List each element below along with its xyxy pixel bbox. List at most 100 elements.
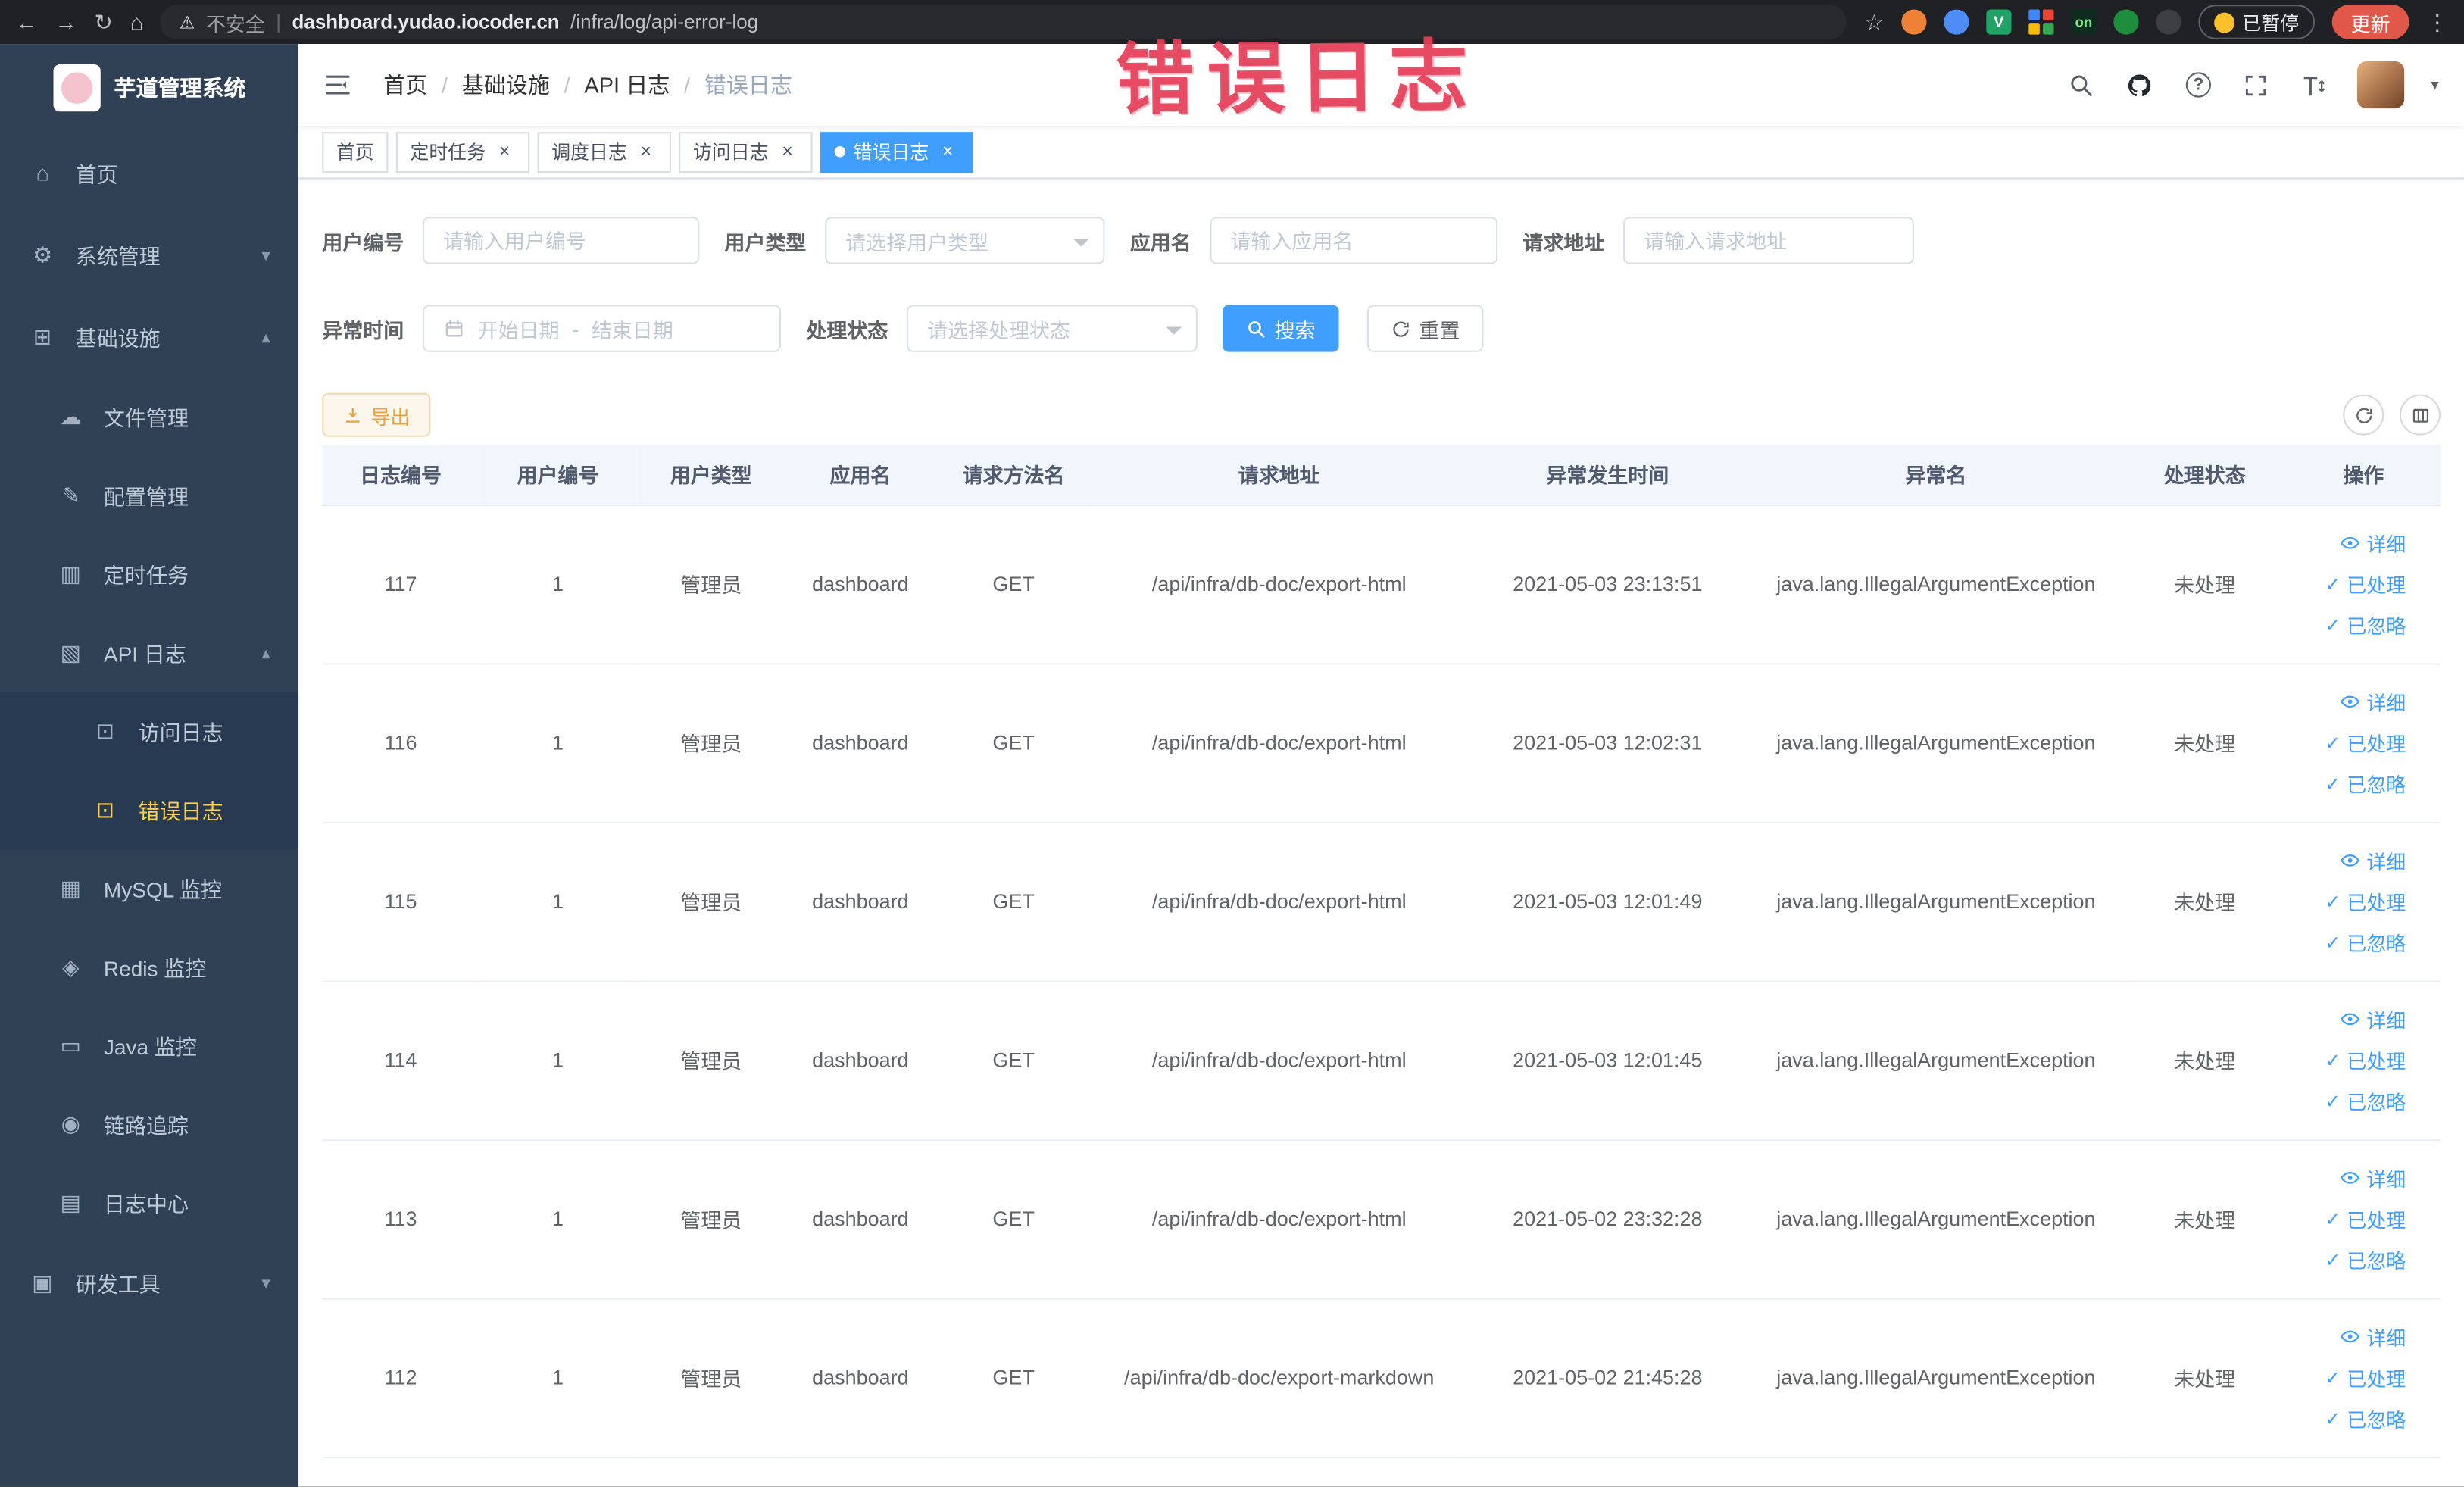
breadcrumb-home[interactable]: 首页 bbox=[383, 69, 427, 100]
tab-access-log[interactable]: 访问日志 × bbox=[679, 131, 813, 173]
detail-link[interactable]: 详细 bbox=[2340, 687, 2406, 717]
infra-submenu: ☁ 文件管理 ✎ 配置管理 ▥ 定时任务 ▧ API 日志 ▴ ⊡ 访问日志 ⊡… bbox=[0, 377, 299, 1242]
table-row: 114 1 管理员 dashboard GET /api/infra/db-do… bbox=[322, 980, 2441, 1141]
close-icon[interactable]: × bbox=[776, 140, 798, 163]
tab-error-log[interactable]: 错误日志 × bbox=[820, 131, 973, 173]
mark-ignored-link[interactable]: ✓ 已忽略 bbox=[2325, 1404, 2406, 1433]
forward-icon[interactable]: → bbox=[55, 11, 77, 33]
home-icon: ⌂ bbox=[36, 160, 49, 186]
export-button[interactable]: 导出 bbox=[322, 392, 431, 437]
column-settings-button[interactable] bbox=[2399, 394, 2441, 436]
browser-home-icon[interactable]: ⌂ bbox=[130, 11, 144, 33]
mark-processed-link[interactable]: ✓ 已处理 bbox=[2325, 569, 2406, 598]
close-icon[interactable]: × bbox=[635, 140, 657, 163]
cell-time: 2021-05-03 23:13:51 bbox=[1466, 504, 1750, 664]
github-icon[interactable] bbox=[2125, 69, 2156, 100]
mark-processed-link[interactable]: ✓ 已处理 bbox=[2325, 1363, 2406, 1392]
search-icon[interactable] bbox=[2066, 69, 2097, 100]
request-url-input[interactable] bbox=[1623, 217, 1915, 264]
tab-home[interactable]: 首页 bbox=[322, 131, 389, 173]
mark-processed-link[interactable]: ✓ 已处理 bbox=[2325, 1204, 2406, 1233]
sidebar-item-log-center[interactable]: ▤ 日志中心 bbox=[0, 1163, 298, 1242]
sidebar-item-mysql[interactable]: ▦ MySQL 监控 bbox=[0, 848, 298, 927]
app-name-input[interactable] bbox=[1210, 217, 1498, 264]
close-icon[interactable]: × bbox=[937, 140, 959, 163]
col-method: 请求方法名 bbox=[935, 445, 1092, 505]
sidebar-item-file-mgmt[interactable]: ☁ 文件管理 bbox=[0, 377, 298, 456]
mark-processed-link[interactable]: ✓ 已处理 bbox=[2325, 886, 2406, 916]
sidebar-item-label: 配置管理 bbox=[103, 486, 189, 510]
detail-link[interactable]: 详细 bbox=[2340, 1004, 2406, 1034]
sidebar-item-redis[interactable]: ◈ Redis 监控 bbox=[0, 927, 298, 1006]
cell-log-id: 117 bbox=[322, 504, 479, 664]
vue-devtools-icon[interactable]: V bbox=[1986, 9, 2012, 35]
user-id-input[interactable] bbox=[423, 217, 700, 264]
mark-processed-link[interactable]: ✓ 已处理 bbox=[2325, 1045, 2406, 1075]
help-icon[interactable]: ? bbox=[2183, 69, 2214, 100]
status-select[interactable]: 请选择处理状态 bbox=[907, 305, 1198, 352]
mark-ignored-link[interactable]: ✓ 已忽略 bbox=[2325, 1245, 2406, 1274]
mark-processed-link[interactable]: ✓ 已处理 bbox=[2325, 728, 2406, 758]
refresh-table-button[interactable] bbox=[2343, 394, 2384, 436]
sidebar-item-home[interactable]: ⌂ 首页 bbox=[0, 132, 298, 214]
avatar-caret-icon[interactable]: ▾ bbox=[2431, 77, 2438, 94]
fullscreen-icon[interactable] bbox=[2241, 69, 2272, 100]
detail-link[interactable]: 详细 bbox=[2340, 845, 2406, 875]
reload-icon[interactable]: ↻ bbox=[94, 11, 112, 33]
chevron-down-icon: ▾ bbox=[261, 245, 270, 265]
breadcrumb-infra[interactable]: 基础设施 bbox=[462, 69, 550, 100]
detail-link[interactable]: 详细 bbox=[2340, 1163, 2406, 1192]
close-icon[interactable]: × bbox=[493, 140, 515, 163]
avatar[interactable] bbox=[2356, 61, 2405, 109]
sidebar-item-trace[interactable]: ◉ 链路追踪 bbox=[0, 1084, 298, 1163]
cell-user-id: 1 bbox=[479, 822, 637, 982]
cell-exception: java.lang.IllegalArgumentException bbox=[1749, 1139, 2123, 1299]
address-bar[interactable]: ⚠ 不安全 | dashboard.yudao.iocoder.cn /infr… bbox=[161, 5, 1847, 39]
sidebar-item-config-mgmt[interactable]: ✎ 配置管理 bbox=[0, 456, 298, 535]
sidebar-item-error-log[interactable]: ⊡ 错误日志 bbox=[0, 770, 299, 849]
bookmark-star-icon[interactable]: ☆ bbox=[1864, 11, 1884, 33]
browser-menu-icon[interactable]: ⋮ bbox=[2426, 11, 2448, 33]
sidebar-item-infra[interactable]: ⊞ 基础设施 ▴ bbox=[0, 295, 298, 377]
sidebar-item-cron[interactable]: ▥ 定时任务 bbox=[0, 534, 298, 613]
sidebar-item-api-log[interactable]: ▧ API 日志 ▴ bbox=[0, 613, 298, 692]
cell-exception: java.lang.IllegalArgumentException bbox=[1749, 980, 2123, 1141]
tab-cron[interactable]: 定时任务 × bbox=[395, 131, 530, 173]
extension-icon-1[interactable] bbox=[1901, 9, 1927, 35]
eye-icon bbox=[2341, 1330, 2360, 1343]
reset-button[interactable]: 重置 bbox=[1367, 305, 1484, 352]
extension-icon-6[interactable] bbox=[2156, 9, 2181, 35]
sidebar-item-java[interactable]: ▭ Java 监控 bbox=[0, 1006, 298, 1085]
sidebar-menu: ⌂ 首页 ⚙ 系统管理 ▾ ⊞ 基础设施 ▴ ☁ 文件管理 ✎ 配置管理 ▥ 定… bbox=[0, 132, 299, 1323]
sidebar-item-access-log[interactable]: ⊡ 访问日志 bbox=[0, 691, 299, 770]
cell-request-url: /api/infra/db-doc/export-html bbox=[1091, 504, 1466, 664]
paused-badge[interactable]: 已暂停 bbox=[2198, 5, 2315, 39]
detail-link[interactable]: 详细 bbox=[2340, 528, 2406, 558]
extension-icon-2[interactable] bbox=[1944, 9, 1969, 35]
calendar-icon bbox=[445, 320, 463, 337]
search-button[interactable]: 搜索 bbox=[1223, 305, 1339, 352]
breadcrumb-api-log[interactable]: API 日志 bbox=[584, 69, 670, 100]
mark-ignored-link[interactable]: ✓ 已忽略 bbox=[2325, 1086, 2406, 1116]
paused-badge-label: 已暂停 bbox=[2242, 11, 2300, 34]
mark-ignored-link[interactable]: ✓ 已忽略 bbox=[2325, 610, 2406, 639]
extension-grid-icon[interactable] bbox=[2028, 9, 2054, 35]
detail-link[interactable]: 详细 bbox=[2340, 1322, 2406, 1351]
sidebar-item-dev-tools[interactable]: ▣ 研发工具 ▾ bbox=[0, 1242, 298, 1323]
back-icon[interactable]: ← bbox=[16, 11, 38, 33]
extension-icon-5[interactable] bbox=[2113, 9, 2139, 35]
cell-method: GET bbox=[935, 1298, 1092, 1458]
date-range-picker[interactable]: 开始日期 - 结束日期 bbox=[423, 305, 782, 352]
tab-schedule-log[interactable]: 调度日志 × bbox=[537, 131, 671, 173]
font-size-icon[interactable] bbox=[2299, 69, 2330, 100]
mark-ignored-link[interactable]: ✓ 已忽略 bbox=[2325, 768, 2406, 798]
sidebar-item-system[interactable]: ⚙ 系统管理 ▾ bbox=[0, 214, 298, 295]
update-button[interactable]: 更新 bbox=[2331, 5, 2409, 39]
mark-ignored-link[interactable]: ✓ 已忽略 bbox=[2325, 927, 2406, 957]
smiley-icon bbox=[2214, 11, 2235, 33]
user-type-select[interactable]: 请选择用户类型 bbox=[825, 217, 1105, 264]
sidebar-item-label: Java 监控 bbox=[103, 1036, 197, 1060]
extension-on-icon[interactable]: on bbox=[2071, 9, 2097, 35]
app-logo[interactable]: 芋道管理系统 bbox=[0, 44, 298, 132]
hamburger-icon[interactable] bbox=[323, 69, 354, 100]
